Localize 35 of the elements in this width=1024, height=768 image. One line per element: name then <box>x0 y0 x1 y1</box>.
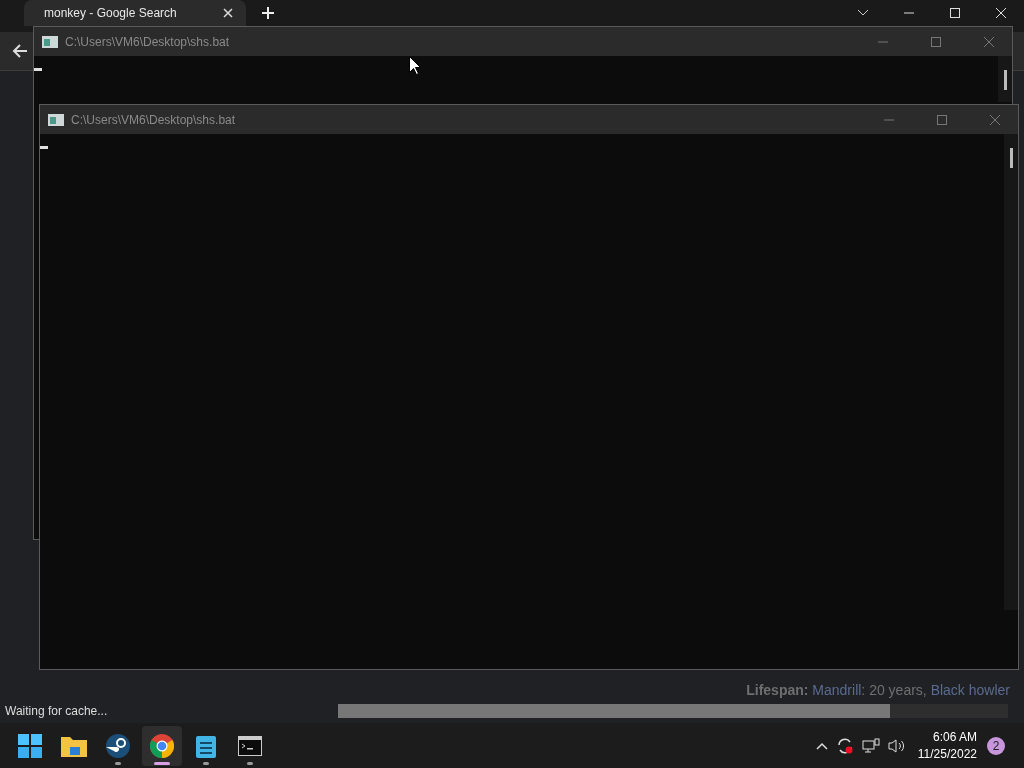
maximize-icon <box>950 8 960 18</box>
network-icon[interactable] <box>861 737 880 754</box>
folder-icon <box>61 734 87 757</box>
chevron-up-icon[interactable] <box>815 741 828 750</box>
console-icon <box>42 35 58 48</box>
close-icon <box>984 36 994 47</box>
browser-tab[interactable]: monkey - Google Search <box>24 0 246 26</box>
sync-icon[interactable] <box>835 736 854 755</box>
mouse-pointer-icon <box>409 56 421 75</box>
terminal-icon <box>238 735 262 756</box>
back-icon[interactable] <box>12 43 28 59</box>
taskbar-app[interactable] <box>142 725 182 766</box>
close-icon <box>996 8 1006 18</box>
clock-time[interactable]: 6:06 AM <box>932 728 977 746</box>
scroll-bar[interactable] <box>1004 134 1018 610</box>
windows-icon <box>18 733 42 758</box>
chevron-down-icon <box>857 9 869 17</box>
text-cursor <box>40 146 48 149</box>
console-icon <box>48 113 64 126</box>
close-icon <box>990 114 1000 125</box>
window-title: C:\Users\VM6\Desktop\shs.bat <box>71 112 236 127</box>
plus-icon[interactable] <box>260 5 276 21</box>
horizontal-scroll-bar[interactable] <box>338 704 1008 718</box>
clock-date[interactable]: 11/25/2022 <box>917 745 977 763</box>
chrome-icon <box>150 733 174 758</box>
notification-badge[interactable]: 2 <box>987 736 1005 755</box>
maximize-icon <box>937 114 947 125</box>
scroll-bar[interactable] <box>998 56 1012 102</box>
volume-icon[interactable] <box>887 737 906 754</box>
maximize-icon <box>931 36 941 47</box>
text-cursor <box>34 68 42 71</box>
notepad-icon <box>196 733 216 758</box>
lifespan-text: Lifespan: Mandrill: 20 years, Black howler <box>746 682 1010 698</box>
window-title: C:\Users\VM6\Desktop\shs.bat <box>65 34 230 49</box>
steam-icon <box>106 733 130 758</box>
